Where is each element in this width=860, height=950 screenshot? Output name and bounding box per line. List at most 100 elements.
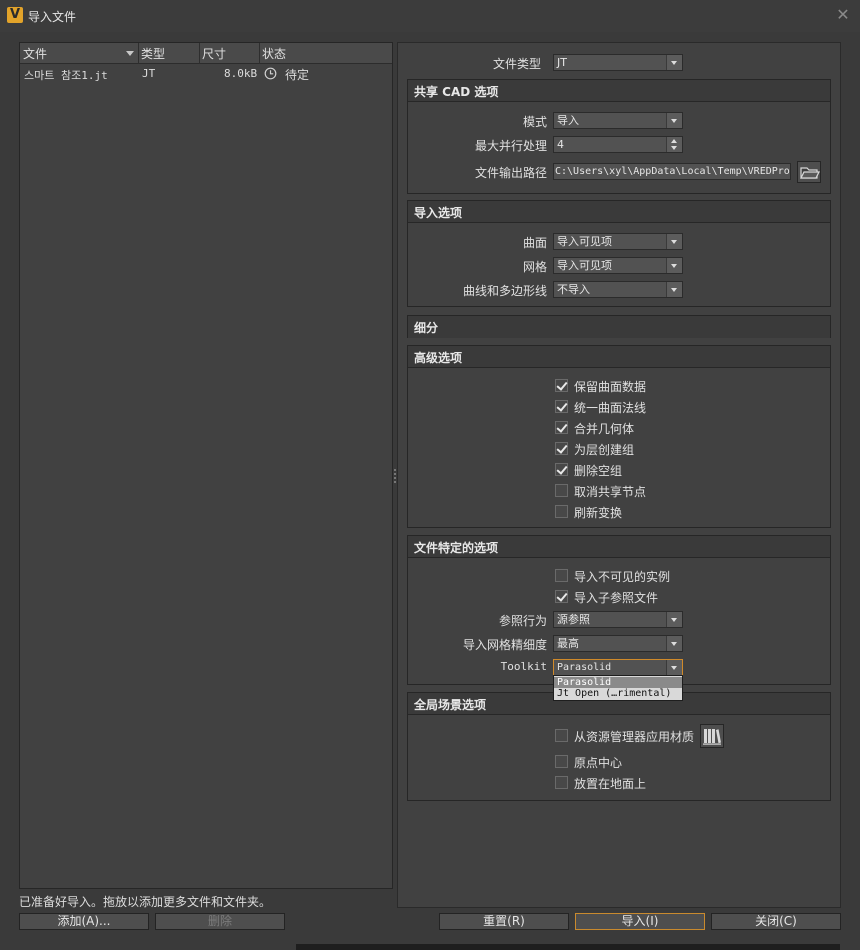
advanced-option-label: 保留曲面数据 xyxy=(574,380,647,394)
section-title: 高级选项 xyxy=(408,346,830,368)
mesh-precision-label: 导入网格精细度 xyxy=(462,638,547,652)
advanced-option-label: 合并几何体 xyxy=(574,422,635,436)
delete-button[interactable]: 删除 xyxy=(155,913,285,930)
reset-button[interactable]: 重置(R) xyxy=(439,913,569,930)
center-origin-label: 原点中心 xyxy=(574,756,623,770)
chevron-down-icon[interactable] xyxy=(666,113,682,128)
parallel-label: 最大并行处理 xyxy=(474,139,547,153)
mesh-precision-value: 最高 xyxy=(557,637,579,650)
advanced-option-checkbox[interactable] xyxy=(555,421,568,434)
mesh-dropdown[interactable]: 导入可见项 xyxy=(553,257,683,274)
toolkit-dropdown[interactable]: Parasolid xyxy=(553,659,683,676)
column-header-status[interactable]: 状态 xyxy=(262,45,286,62)
ref-behavior-value: 源参照 xyxy=(557,613,590,626)
curves-label: 曲线和多边形线 xyxy=(462,284,547,298)
advanced-option-checkbox[interactable] xyxy=(555,442,568,455)
import-subref-checkbox[interactable] xyxy=(555,590,568,603)
advanced-option-checkbox[interactable] xyxy=(555,484,568,497)
file-type-dropdown[interactable]: JT xyxy=(553,54,683,71)
chevron-down-icon[interactable] xyxy=(666,612,682,627)
chevron-down-icon[interactable] xyxy=(666,234,682,249)
status-message: 已准备好导入。拖放以添加更多文件和文件夹。 xyxy=(19,895,272,909)
mode-dropdown[interactable]: 导入 xyxy=(553,112,683,129)
chevron-down-icon[interactable] xyxy=(666,258,682,273)
place-on-ground-label: 放置在地面上 xyxy=(574,777,647,791)
mesh-value: 导入可见项 xyxy=(557,259,612,272)
center-origin-checkbox[interactable] xyxy=(555,755,568,768)
curves-value: 不导入 xyxy=(557,283,590,296)
global-scene-group: 全局场景选项 从资源管理器应用材质 原点中心 放置在地面上 xyxy=(407,692,831,801)
advanced-option-checkbox[interactable] xyxy=(555,400,568,413)
file-type-cell: JT xyxy=(142,67,156,80)
column-divider[interactable] xyxy=(138,43,139,64)
advanced-option-checkbox[interactable] xyxy=(555,505,568,518)
file-size-cell: 8.0kB xyxy=(224,67,258,80)
advanced-options-group: 高级选项 保留曲面数据 统一曲面法线 合并几何体 为层创建组 删除空组 取消共享节点 刷新变… xyxy=(407,345,831,528)
import-invisible-checkbox[interactable] xyxy=(555,569,568,582)
curves-dropdown[interactable]: 不导入 xyxy=(553,281,683,298)
browse-folder-button[interactable] xyxy=(797,161,821,183)
import-subref-label: 导入子参照文件 xyxy=(574,591,659,605)
close-button[interactable]: 关闭(C) xyxy=(711,913,841,930)
advanced-option-label: 删除空组 xyxy=(574,464,623,478)
advanced-option-checkbox[interactable] xyxy=(555,379,568,392)
import-options-group: 导入选项 曲面 导入可见项 网格 导入可见项 曲线和多边形线 不导入 xyxy=(407,200,831,307)
import-button[interactable]: 导入(I) xyxy=(575,913,705,930)
sort-down-icon[interactable] xyxy=(126,51,134,56)
apply-materials-checkbox[interactable] xyxy=(555,729,568,742)
advanced-option-label: 为层创建组 xyxy=(574,443,635,457)
parallel-value: 4 xyxy=(557,138,564,151)
chevron-down-icon[interactable] xyxy=(666,636,682,651)
output-path-input[interactable]: C:\Users\xyl\AppData\Local\Temp\VREDPro xyxy=(553,163,791,180)
add-button[interactable]: 添加(A)... xyxy=(19,913,149,930)
column-divider[interactable] xyxy=(199,43,200,64)
surface-value: 导入可见项 xyxy=(557,235,612,248)
parallel-spinbox[interactable]: 4 xyxy=(553,136,683,153)
options-panel: 文件类型 JT 共享 CAD 选项 模式 导入 最大并行处理 4 文件输出路径 … xyxy=(397,42,841,908)
bottom-edge xyxy=(296,944,840,950)
section-title: 文件特定的选项 xyxy=(408,536,830,558)
chevron-down-icon[interactable] xyxy=(666,282,682,297)
advanced-option-label: 取消共享节点 xyxy=(574,485,647,499)
mesh-label: 网格 xyxy=(522,260,547,274)
close-window-icon[interactable]: ✕ xyxy=(834,6,852,24)
material-library-button[interactable] xyxy=(700,724,724,748)
ref-behavior-label: 参照行为 xyxy=(498,614,547,628)
mode-label: 模式 xyxy=(522,115,547,129)
advanced-option-label: 统一曲面法线 xyxy=(574,401,647,415)
toolkit-option[interactable]: Jt Open (…rimental) xyxy=(557,688,679,699)
title-bar xyxy=(0,0,860,32)
import-invisible-label: 导入不可见的实例 xyxy=(574,570,671,584)
ref-behavior-dropdown[interactable]: 源参照 xyxy=(553,611,683,628)
file-type-value: JT xyxy=(557,56,567,69)
column-header-size[interactable]: 尺寸 xyxy=(202,45,226,62)
column-divider[interactable] xyxy=(259,43,260,64)
file-type-label: 文件类型 xyxy=(492,57,541,71)
section-title: 导入选项 xyxy=(408,201,830,223)
advanced-option-checkbox[interactable] xyxy=(555,463,568,476)
column-header-type[interactable]: 类型 xyxy=(141,45,165,62)
file-specific-group: 文件特定的选项 导入不可见的实例 导入子参照文件 参照行为 源参照 导入网格精细… xyxy=(407,535,831,685)
output-path-label: 文件输出路径 xyxy=(474,166,547,180)
surface-label: 曲面 xyxy=(522,236,547,250)
file-status-cell: 待定 xyxy=(285,68,310,82)
surface-dropdown[interactable]: 导入可见项 xyxy=(553,233,683,250)
toolkit-value: Parasolid xyxy=(557,662,612,673)
folder-icon xyxy=(800,167,820,179)
file-list-header: 文件 类型 尺寸 状态 xyxy=(20,43,392,64)
toolkit-label: Toolkit xyxy=(500,660,547,673)
clock-icon xyxy=(264,67,277,80)
library-books-icon xyxy=(703,729,721,745)
toolkit-option[interactable]: Parasolid xyxy=(554,677,682,688)
chevron-down-icon[interactable] xyxy=(666,55,682,70)
mesh-precision-dropdown[interactable]: 最高 xyxy=(553,635,683,652)
file-list[interactable]: 文件 类型 尺寸 状态 스마트 참조1.jt JT 8.0kB 待定 xyxy=(19,42,393,889)
stepper-arrows-icon[interactable] xyxy=(666,137,682,152)
section-title[interactable]: 细分 xyxy=(408,316,830,338)
chevron-down-icon[interactable] xyxy=(666,660,682,675)
place-on-ground-checkbox[interactable] xyxy=(555,776,568,789)
file-name-cell: 스마트 참조1.jt xyxy=(24,69,108,82)
section-title: 共享 CAD 选项 xyxy=(408,80,830,102)
column-header-file[interactable]: 文件 xyxy=(23,45,47,62)
tessellation-group[interactable]: 细分 xyxy=(407,315,831,338)
